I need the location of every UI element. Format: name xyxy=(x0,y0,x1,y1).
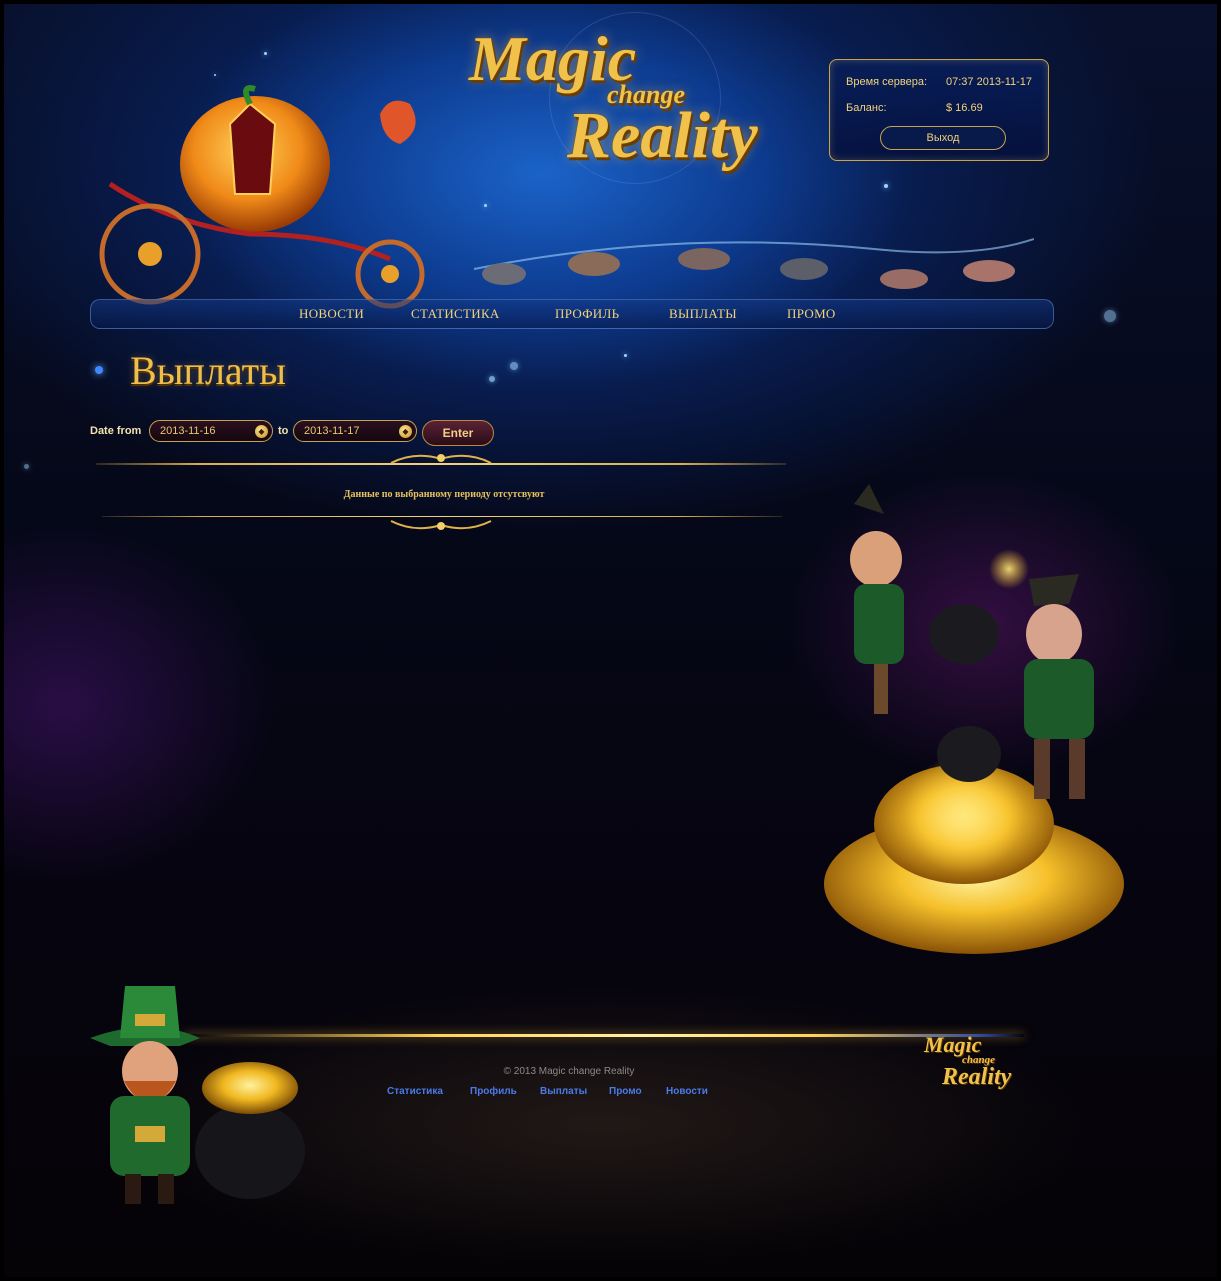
nav-item-profile[interactable]: ПРОФИЛЬ xyxy=(555,306,619,322)
main-nav: НОВОСТИ СТАТИСТИКА ПРОФИЛЬ ВЫПЛАТЫ ПРОМО xyxy=(90,299,1054,329)
sparkle xyxy=(624,354,627,357)
pumpkin-carriage-illustration xyxy=(99,85,425,309)
sparkle xyxy=(264,52,267,55)
footer-link-promo[interactable]: Промо xyxy=(609,1086,642,1097)
ornament-flourish-top xyxy=(390,454,492,464)
date-from-value: 2013-11-16 xyxy=(160,425,216,437)
site-logo[interactable]: Magic change Reality xyxy=(459,12,809,184)
footer-link-news[interactable]: Новости xyxy=(666,1086,708,1097)
date-to-value: 2013-11-17 xyxy=(304,425,360,437)
ornament-flourish-bottom xyxy=(390,520,492,530)
footer-logo-word-reality: Reality xyxy=(942,1064,1012,1090)
footer-link-payouts[interactable]: Выплаты xyxy=(540,1086,587,1097)
footer-link-statistics[interactable]: Статистика xyxy=(387,1086,443,1097)
calendar-icon[interactable]: ◆ xyxy=(255,425,268,438)
date-from-input[interactable]: 2013-11-16 ◆ xyxy=(149,420,273,442)
date-to-input[interactable]: 2013-11-17 ◆ xyxy=(293,420,417,442)
balance-label: Баланс: xyxy=(846,102,887,114)
server-time-label: Время сервера: xyxy=(846,76,928,88)
balance-value: $ 16.69 xyxy=(946,102,983,114)
title-bullet xyxy=(95,366,103,374)
footer-logo[interactable]: Magic change Reality xyxy=(922,1032,1032,1102)
logout-button[interactable]: Выход xyxy=(880,126,1006,150)
balance-row: Баланс: $ 16.69 xyxy=(846,102,983,114)
empty-results-message: Данные по выбранному периоду отсутсвуют xyxy=(343,489,545,500)
footer-link-profile[interactable]: Профиль xyxy=(470,1086,517,1097)
leprechaun-pot-illustration xyxy=(90,986,305,1204)
server-time-value: 07:37 2013-11-17 xyxy=(946,76,1033,88)
sparkle xyxy=(214,74,216,76)
enter-button[interactable]: Enter xyxy=(422,420,494,446)
sparkle xyxy=(24,464,29,469)
calendar-icon[interactable]: ◆ xyxy=(399,425,412,438)
footer-glow-line xyxy=(184,1034,1024,1037)
sparkle xyxy=(489,376,495,382)
date-from-label: Date from xyxy=(90,425,142,437)
footer-copyright: © 2013 Magic change Reality xyxy=(503,1066,635,1077)
page-title: Выплаты xyxy=(130,348,286,393)
sparkle xyxy=(884,184,888,188)
account-info-box: Время сервера: 07:37 2013-11-17 Баланс: … xyxy=(829,59,1049,161)
sparkle xyxy=(510,362,518,370)
rats-illustration xyxy=(474,238,1034,289)
server-time-row: Время сервера: 07:37 2013-11-17 xyxy=(846,76,1032,88)
logo-word-reality: Reality xyxy=(567,99,758,172)
leprechaun-illustration xyxy=(824,484,1124,954)
sparkle xyxy=(484,204,487,207)
sparkle xyxy=(1104,310,1116,322)
nav-item-promo[interactable]: ПРОМО xyxy=(787,306,836,322)
nav-item-payouts[interactable]: ВЫПЛАТЫ xyxy=(669,306,737,322)
date-to-label: to xyxy=(278,425,289,437)
nav-item-statistics[interactable]: СТАТИСТИКА xyxy=(411,306,500,322)
nav-item-news[interactable]: НОВОСТИ xyxy=(299,306,364,322)
page: Magic change Reality Время сервера: 07:3… xyxy=(4,4,1217,1277)
